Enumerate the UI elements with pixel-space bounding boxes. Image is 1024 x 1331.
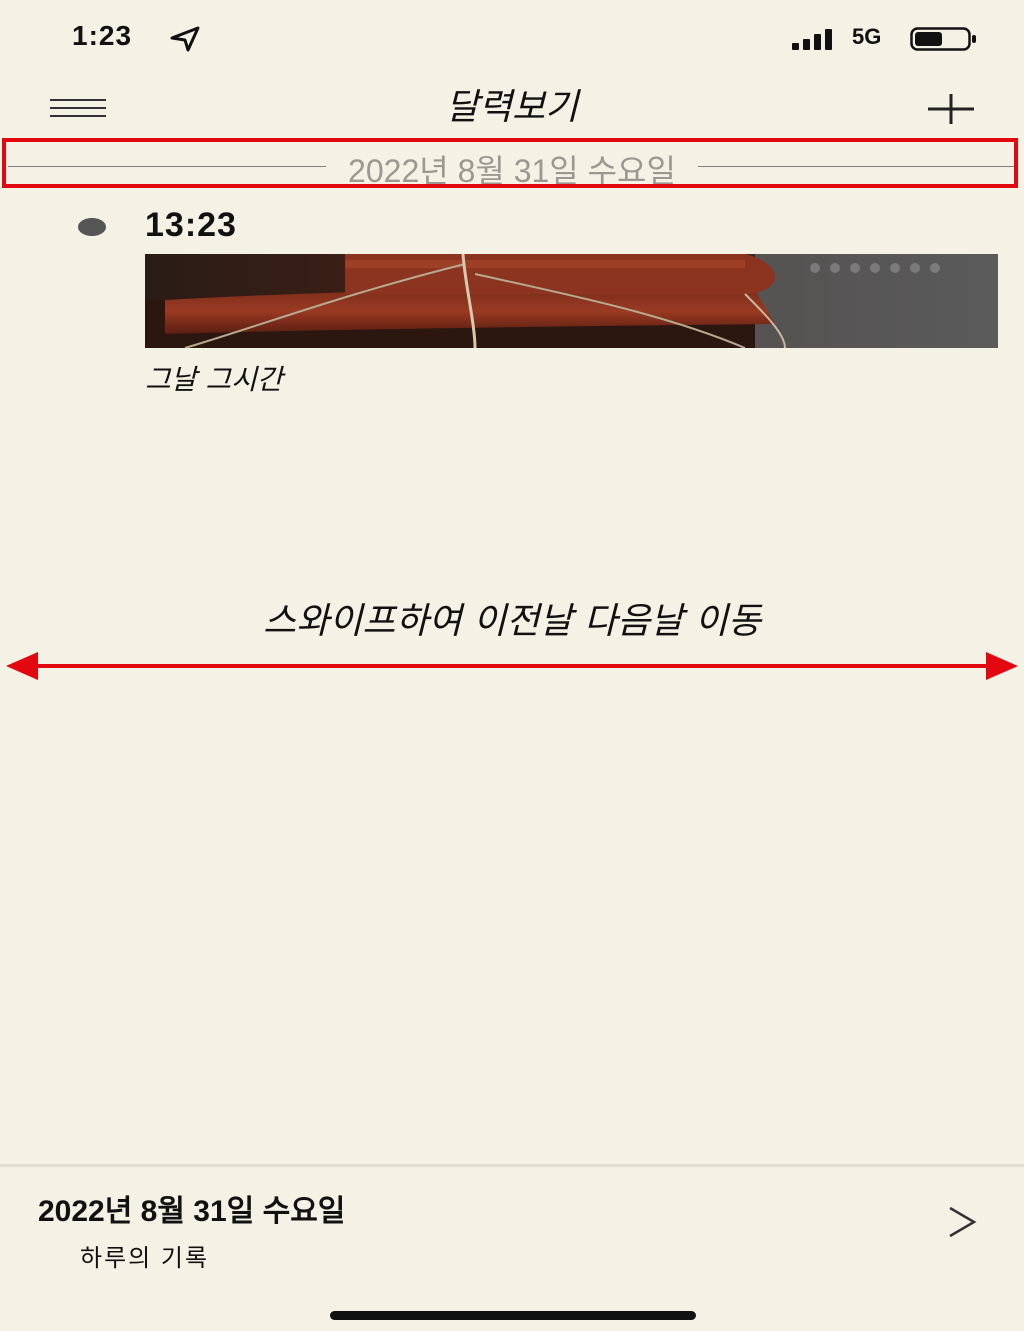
entry-title[interactable]: 그날 그시간 [145,358,283,398]
home-indicator[interactable] [330,1311,696,1320]
battery-icon [910,27,976,51]
footer-subtitle: 하루의 기록 [80,1245,210,1272]
double-arrow-icon [6,652,1018,680]
signal-bars-icon [792,29,832,50]
location-arrow-icon [170,26,200,52]
footer-divider [0,1164,1024,1167]
chevron-right-icon[interactable] [940,1200,984,1244]
footer-date[interactable]: 2022년 8월 31일 수요일 [38,1186,345,1230]
network-type: 5G [852,24,882,49]
status-time: 1:23 [72,20,133,51]
timeline-dot [78,218,106,236]
annotation-highlight-box [2,138,1018,188]
entry-time: 13:23 [145,206,237,244]
plus-icon[interactable] [926,92,976,126]
swipe-hint: 스와이프하여 이전날 다음날 이동 [262,601,761,642]
page-title: 달력보기 [445,87,579,128]
entry-photo[interactable] [145,254,998,348]
